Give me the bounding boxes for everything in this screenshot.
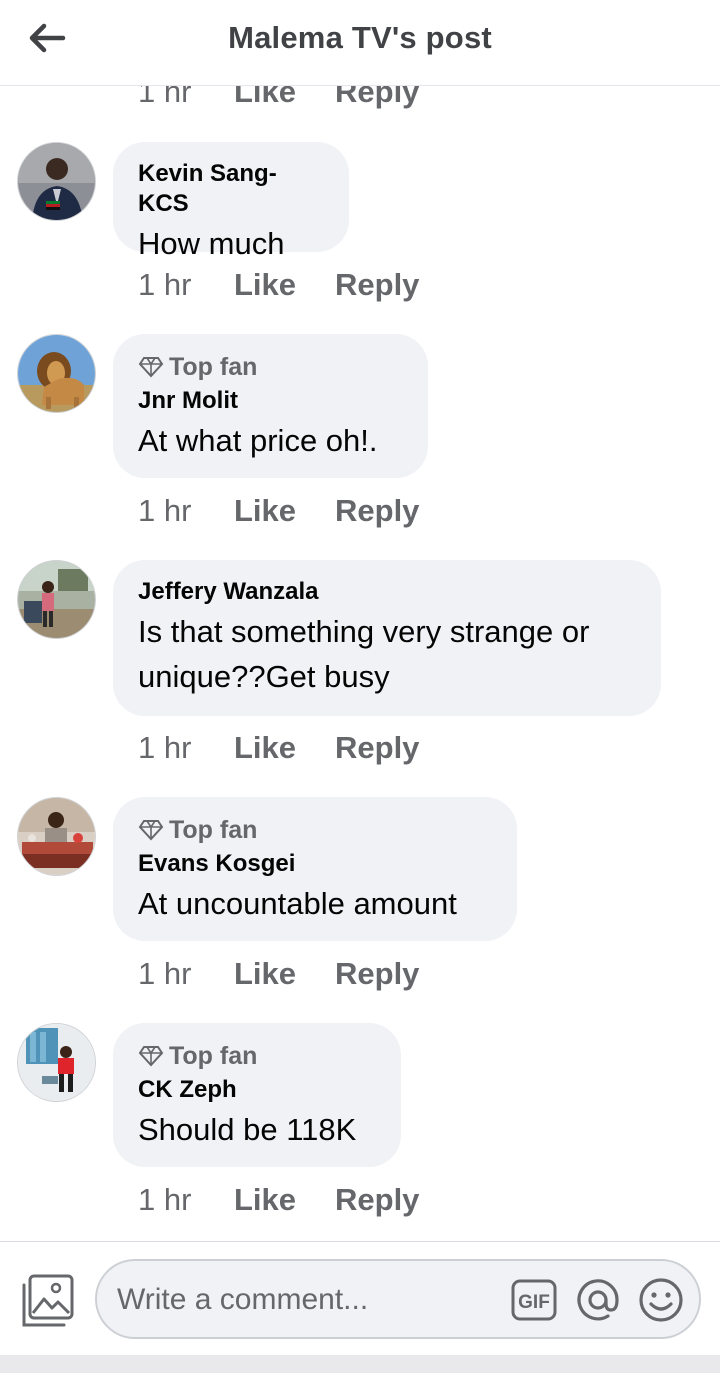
comment-author[interactable]: Jeffery Wanzala — [138, 577, 635, 607]
diamond-icon — [138, 1046, 164, 1067]
comment-actions: 1 hr Like Reply — [138, 730, 419, 766]
comment-text: How much — [138, 226, 285, 261]
top-fan-badge: Top fan — [138, 815, 491, 845]
add-photo-button[interactable] — [20, 1273, 76, 1329]
mention-button[interactable] — [575, 1277, 621, 1323]
like-button[interactable]: Like — [234, 86, 335, 110]
comment-actions: 1 hr Like Reply — [138, 267, 419, 303]
like-button[interactable]: Like — [234, 956, 335, 992]
diamond-icon — [138, 820, 164, 841]
comment-author[interactable]: Jnr Molit — [138, 386, 402, 416]
comment-actions: 1 hr Like Reply — [138, 1182, 419, 1218]
reply-button[interactable]: Reply — [335, 86, 419, 110]
comment-actions: 1 hr Like Reply — [138, 493, 419, 529]
comment-author[interactable]: Kevin Sang-KCS — [138, 159, 323, 219]
diamond-icon — [138, 357, 164, 378]
comment-bubble: Jeffery Wanzala Is that something very s… — [113, 560, 661, 716]
like-button[interactable]: Like — [234, 493, 335, 529]
avatar[interactable] — [17, 560, 96, 639]
comment-time: 1 hr — [138, 493, 192, 528]
comment-time: 1 hr — [138, 267, 192, 302]
comment-actions-partial: 1 hr Like Reply — [138, 86, 419, 110]
top-fan-label: Top fan — [169, 1041, 258, 1070]
reply-button[interactable]: Reply — [335, 730, 419, 766]
avatar[interactable] — [17, 797, 96, 876]
like-button[interactable]: Like — [234, 267, 335, 303]
comment-time: 1 hr — [138, 1182, 192, 1217]
comment-actions: 1 hr Like Reply — [138, 956, 419, 992]
at-icon — [577, 1279, 619, 1321]
comment-bubble: Top fan Jnr Molit At what price oh!. — [113, 334, 428, 478]
reply-button[interactable]: Reply — [335, 493, 419, 529]
comment-bubble: Top fan CK Zeph Should be 118K — [113, 1023, 401, 1167]
comment-text: At what price oh!. — [138, 423, 378, 458]
smiley-icon — [639, 1278, 683, 1322]
comment-text: Should be 118K — [138, 1112, 357, 1147]
image-icon — [22, 1274, 74, 1327]
top-fan-label: Top fan — [169, 352, 258, 381]
comment-text: At uncountable amount — [138, 886, 457, 921]
comment-author[interactable]: Evans Kosgei — [138, 849, 491, 879]
comment-time: 1 hr — [138, 86, 192, 109]
top-fan-badge: Top fan — [138, 352, 402, 382]
reply-button[interactable]: Reply — [335, 267, 419, 303]
page-title: Malema TV's post — [228, 20, 492, 55]
like-button[interactable]: Like — [234, 1182, 335, 1218]
comment-text: Is that something very strange or unique… — [138, 614, 590, 694]
gif-icon: GIF — [511, 1279, 557, 1321]
avatar[interactable] — [17, 142, 96, 221]
gif-label: GIF — [518, 1292, 550, 1313]
comment-composer: GIF — [0, 1241, 720, 1355]
top-fan-badge: Top fan — [138, 1041, 375, 1071]
emoji-button[interactable] — [638, 1277, 684, 1323]
comment-time: 1 hr — [138, 730, 192, 765]
top-bar: Malema TV's post — [0, 0, 720, 86]
comments-list: 1 hr Like Reply Kevin Sang-KCS How much … — [0, 86, 720, 1241]
avatar[interactable] — [17, 1023, 96, 1102]
bottom-bar — [0, 1355, 720, 1373]
like-button[interactable]: Like — [234, 730, 335, 766]
reply-button[interactable]: Reply — [335, 1182, 419, 1218]
gif-button[interactable]: GIF — [511, 1279, 557, 1321]
comment-box: GIF — [95, 1259, 701, 1339]
comment-bubble: Kevin Sang-KCS How much — [113, 142, 349, 261]
top-fan-label: Top fan — [169, 815, 258, 844]
comment-input[interactable] — [117, 1279, 497, 1321]
comment-time: 1 hr — [138, 956, 192, 991]
reply-button[interactable]: Reply — [335, 956, 419, 992]
comment-bubble: Top fan Evans Kosgei At uncountable amou… — [113, 797, 517, 941]
comment-author[interactable]: CK Zeph — [138, 1075, 375, 1105]
avatar[interactable] — [17, 334, 96, 413]
